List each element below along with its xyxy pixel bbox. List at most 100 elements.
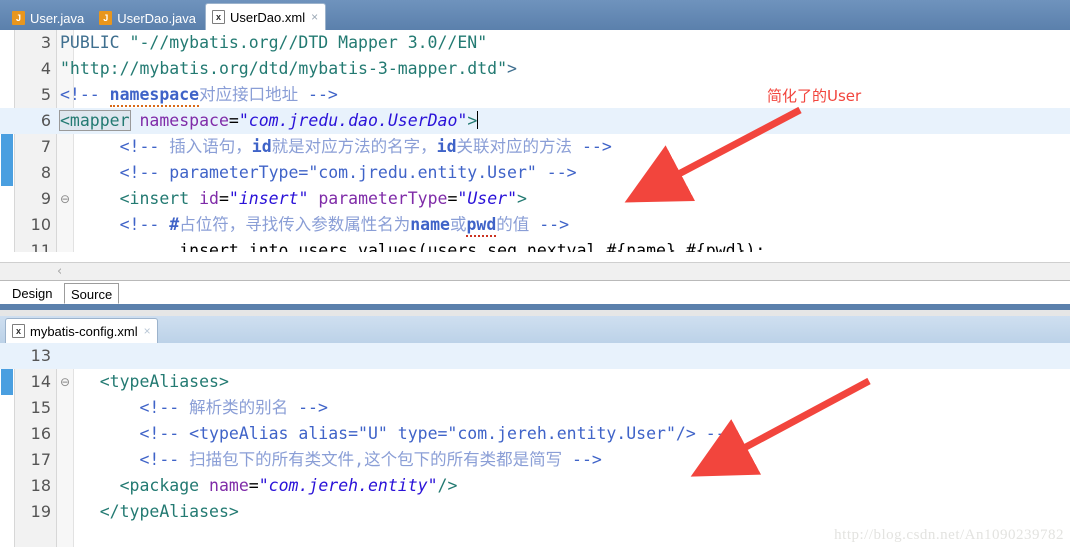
xml-file-icon: x bbox=[12, 324, 25, 338]
annotation-label-simplified-user: 简化了的User bbox=[767, 87, 862, 105]
code-line-text: <!-- #占位符，寻找传入参数属性名为name或pwd的值 --> bbox=[60, 212, 569, 238]
scroll-left-arrow-icon[interactable]: ‹ bbox=[57, 264, 62, 280]
code-line-text: <!-- 扫描包下的所有类文件,这个包下的所有类都是简写 --> bbox=[60, 447, 602, 473]
code-line[interactable]: 9 ⊖ <insert id="insert" parameterType="Us… bbox=[0, 186, 1070, 212]
code-line-text: <mapper namespace="com.jredu.dao.UserDao… bbox=[59, 108, 479, 134]
code-token: --> bbox=[562, 450, 602, 469]
code-line[interactable]: 8 <!-- parameterType="com.jredu.entity.U… bbox=[0, 160, 1070, 186]
top-editor-tabbar: J User.java J UserDao.java x UserDao.xml × bbox=[0, 0, 1070, 30]
editor-tab-mybatis-config-xml[interactable]: x mybatis-config.xml × bbox=[5, 318, 158, 343]
code-line-text: "http://mybatis.org/dtd/mybatis-3-mapper… bbox=[60, 56, 517, 82]
code-token: --> bbox=[298, 85, 338, 104]
code-token: <!-- bbox=[60, 85, 110, 104]
code-token: id bbox=[436, 137, 457, 156]
code-line-text: </typeAliases> bbox=[60, 499, 239, 525]
line-number: 8 bbox=[40, 163, 51, 182]
code-token: --> bbox=[288, 398, 328, 417]
userdao-xml-code-area[interactable]: 3 PUBLIC "-//mybatis.org//DTD Mapper 3.0/… bbox=[0, 30, 1070, 262]
line-number: 5 bbox=[40, 85, 51, 104]
text-caret bbox=[477, 111, 479, 129]
code-line-text: <!-- <typeAlias alias="U" type="com.jere… bbox=[60, 421, 736, 447]
code-token: "User" bbox=[457, 189, 518, 208]
line-number: 19 bbox=[30, 502, 51, 521]
code-line-text: <!-- 解析类的别名 --> bbox=[60, 395, 328, 421]
code-token: PUBLIC bbox=[60, 33, 130, 52]
code-line[interactable]: 16 <!-- <typeAlias alias="U" type="com.j… bbox=[0, 421, 1070, 447]
line-number: 10 bbox=[30, 215, 51, 234]
editor-tab-userdao-java[interactable]: J UserDao.java bbox=[93, 6, 203, 30]
design-source-tabbar: Design Source bbox=[0, 280, 1070, 305]
code-token: 占位符，寻找传入参数属性名为 bbox=[179, 215, 411, 234]
bottom-editor-tabbar: x mybatis-config.xml × bbox=[0, 316, 1070, 343]
code-lines-bottom: 13 14 ⊖ <typeAliases> 15 <!-- 解析类的别名 --> 16 … bbox=[0, 343, 1070, 547]
code-token: "-//mybatis.org//DTD Mapper 3.0//EN" bbox=[129, 33, 488, 52]
code-token: "com.jereh.entity" bbox=[258, 476, 438, 495]
code-token: <!-- bbox=[139, 398, 190, 417]
close-icon[interactable]: × bbox=[144, 325, 151, 337]
close-icon[interactable]: × bbox=[311, 11, 318, 23]
code-line[interactable]: 10 <!-- #占位符，寻找传入参数属性名为name或pwd的值 --> bbox=[0, 212, 1070, 238]
code-token: name bbox=[410, 215, 450, 234]
code-token: </typeAliases> bbox=[99, 502, 239, 521]
code-line-text: <!-- parameterType="com.jredu.entity.Use… bbox=[60, 160, 577, 186]
code-token: 对应接口地址 bbox=[199, 85, 299, 104]
code-lines-top: 3 PUBLIC "-//mybatis.org//DTD Mapper 3.0/… bbox=[0, 30, 1070, 262]
line-number: 14 bbox=[30, 372, 51, 391]
editor-tab-user-java[interactable]: J User.java bbox=[6, 6, 91, 30]
code-line[interactable]: 14 ⊖ <typeAliases> bbox=[0, 369, 1070, 395]
code-line[interactable]: 4 "http://mybatis.org/dtd/mybatis-3-mappe… bbox=[0, 56, 1070, 82]
code-token: parameterType bbox=[318, 189, 448, 208]
top-editor-window: J User.java J UserDao.java x UserDao.xml × 3 PU… bbox=[0, 0, 1070, 310]
watermark-text: http://blog.csdn.net/An1090239782 bbox=[834, 527, 1064, 543]
code-token: # bbox=[169, 215, 180, 234]
editor-tab-userdao-xml[interactable]: x UserDao.xml × bbox=[204, 3, 327, 30]
code-line[interactable]: 3 PUBLIC "-//mybatis.org//DTD Mapper 3.0/… bbox=[0, 30, 1070, 56]
code-line[interactable]: 19 </typeAliases> bbox=[0, 499, 1070, 525]
code-token: 或 bbox=[449, 215, 467, 234]
code-token: id bbox=[199, 189, 219, 208]
line-number: 3 bbox=[40, 33, 51, 52]
code-line[interactable]: 18 <package name="com.jereh.entity"/> bbox=[0, 473, 1070, 499]
mybatis-config-xml-code-area[interactable]: 13 14 ⊖ <typeAliases> 15 <!-- 解析类的别名 --> 16 … bbox=[0, 343, 1070, 547]
horizontal-scrollbar-top[interactable]: ‹ bbox=[0, 262, 1070, 281]
code-line[interactable]: 6⊖<mapper namespace="com.jredu.dao.UserD… bbox=[0, 108, 1070, 134]
code-token: /> bbox=[437, 476, 458, 495]
code-token: "insert" bbox=[228, 189, 309, 208]
code-token: --> bbox=[572, 137, 612, 156]
code-token: <!-- <typeAlias alias="U" type="com.jere… bbox=[139, 424, 736, 443]
code-token: <!-- bbox=[139, 450, 190, 469]
tab-design[interactable]: Design bbox=[6, 283, 58, 304]
xml-file-icon: x bbox=[211, 10, 225, 24]
code-token: <package bbox=[119, 476, 200, 495]
code-token: 关联对应的方法 bbox=[456, 137, 573, 156]
java-file-icon: J bbox=[12, 11, 25, 25]
code-token: <mapper bbox=[59, 110, 131, 131]
code-token: > bbox=[517, 189, 527, 208]
code-token: pwd bbox=[466, 215, 497, 237]
line-number: 17 bbox=[30, 450, 51, 469]
tab-source[interactable]: Source bbox=[64, 283, 120, 304]
code-line-text: <insert id="insert" parameterType="User"… bbox=[60, 186, 527, 212]
line-number: 13 bbox=[30, 346, 51, 365]
code-token: <insert bbox=[119, 189, 190, 208]
code-token: <typeAliases> bbox=[99, 372, 229, 391]
line-number: 7 bbox=[40, 137, 51, 156]
code-line[interactable]: 7 <!-- 插入语句，id就是对应方法的名字，id关联对应的方法 --> bbox=[0, 134, 1070, 160]
line-number: 16 bbox=[30, 424, 51, 443]
line-number: 6 bbox=[40, 111, 51, 130]
code-token: <!-- parameterType="com.jredu.entity.Use… bbox=[119, 163, 577, 182]
code-line[interactable]: 13 bbox=[0, 343, 1070, 369]
code-line[interactable]: 15 <!-- 解析类的别名 --> bbox=[0, 395, 1070, 421]
code-token: id bbox=[251, 137, 272, 156]
code-line-text: <!-- 插入语句，id就是对应方法的名字，id关联对应的方法 --> bbox=[60, 134, 612, 160]
code-line[interactable]: 17 <!-- 扫描包下的所有类文件,这个包下的所有类都是简写 --> bbox=[0, 447, 1070, 473]
code-token: 就是对应方法的名字， bbox=[271, 137, 437, 156]
editor-tab-label: User.java bbox=[30, 10, 85, 26]
code-token: = bbox=[248, 476, 259, 495]
code-line-text: <!-- namespace对应接口地址 --> bbox=[60, 82, 338, 108]
code-token: 扫描包下的所有类文件,这个包下的所有类都是简写 bbox=[189, 450, 563, 469]
code-line[interactable]: 5 <!-- namespace对应接口地址 --> bbox=[0, 82, 1070, 108]
